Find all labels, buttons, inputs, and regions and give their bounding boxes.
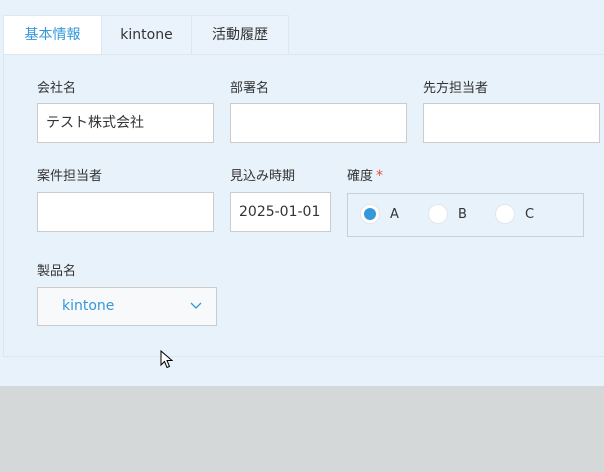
tab-basic-info[interactable]: 基本情報 [3,15,101,55]
department-label: 部署名 [230,81,270,96]
company-name-input[interactable]: テスト株式会社 [37,103,214,143]
product-name-selected-value: kintone [62,298,115,314]
counterpart-label: 先方担当者 [423,81,489,96]
radio-option-c-label: C [525,206,535,222]
tab-bar: 基本情報 kintone 活動履歴 [3,15,289,55]
radio-checked-icon [360,204,380,224]
certainty-label: 確度 * [347,165,383,184]
product-name-label: 製品名 [37,264,77,279]
department-input[interactable] [230,103,407,143]
radio-option-b-label: B [458,206,467,222]
certainty-radio-group: A B C [347,193,584,237]
tab-activity-history[interactable]: 活動履歴 [191,15,289,55]
radio-option-a-label: A [390,206,399,222]
case-owner-label: 案件担当者 [37,169,103,184]
certainty-label-text: 確度 [347,169,374,184]
radio-unchecked-icon [495,204,515,224]
form-panel: 会社名 テスト株式会社 部署名 先方担当者 案件担当者 見込み時期 2025-0… [3,54,604,357]
radio-unchecked-icon [428,204,448,224]
chevron-down-icon [190,302,202,309]
tab-kintone[interactable]: kintone [101,15,191,55]
required-mark: * [376,168,384,184]
radio-option-b[interactable]: B [428,204,467,224]
counterpart-input[interactable] [423,103,600,143]
product-name-select[interactable]: kintone [37,287,217,326]
mouse-pointer-icon [160,350,174,369]
radio-option-c[interactable]: C [495,204,534,224]
company-name-label: 会社名 [37,81,77,96]
radio-option-a[interactable]: A [360,204,399,224]
case-owner-input[interactable] [37,192,214,232]
expected-date-label: 見込み時期 [230,169,296,184]
expected-date-input[interactable]: 2025-01-01 [230,192,331,232]
